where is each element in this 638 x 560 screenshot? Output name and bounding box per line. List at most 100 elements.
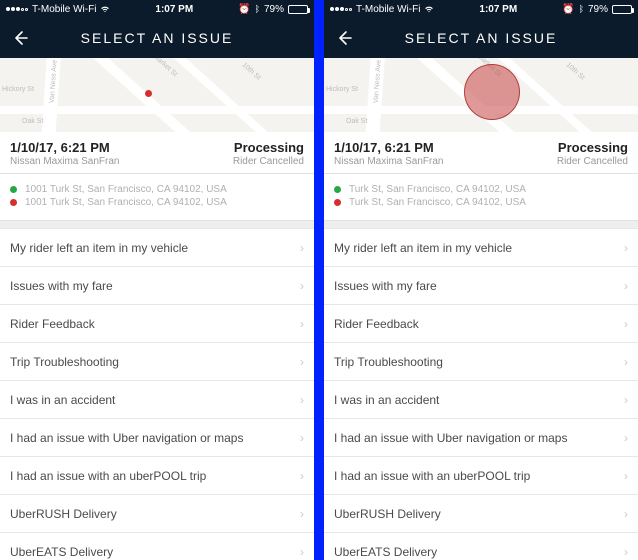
issue-label: Rider Feedback — [334, 317, 419, 331]
trip-locations: 1001 Turk St, San Francisco, CA 94102, U… — [0, 174, 314, 221]
carrier-label: T-Mobile Wi-Fi — [32, 4, 96, 15]
chevron-right-icon: › — [624, 241, 628, 255]
issue-label: UberEATS Delivery — [10, 545, 113, 559]
chevron-right-icon: › — [624, 393, 628, 407]
chevron-right-icon: › — [624, 279, 628, 293]
chevron-right-icon: › — [300, 393, 304, 407]
trip-status: Processing — [558, 140, 628, 155]
street-label: Oak St — [346, 118, 367, 125]
chevron-right-icon: › — [624, 431, 628, 445]
issue-item[interactable]: I had an issue with Uber navigation or m… — [324, 418, 638, 457]
issue-item[interactable]: Issues with my fare › — [0, 266, 314, 305]
issue-item[interactable]: Rider Feedback › — [324, 304, 638, 343]
street-label: 10th St — [241, 61, 262, 81]
issue-label: Issues with my fare — [334, 279, 437, 293]
trip-locations: Turk St, San Francisco, CA 94102, USA Tu… — [324, 174, 638, 221]
chevron-right-icon: › — [624, 317, 628, 331]
status-time: 1:07 PM — [155, 4, 193, 15]
pickup-dot-icon — [334, 186, 341, 193]
trip-status: Processing — [234, 140, 304, 155]
nav-bar: SELECT AN ISSUE — [0, 18, 314, 58]
issue-label: I had an issue with Uber navigation or m… — [334, 431, 567, 445]
wifi-icon — [424, 5, 434, 13]
status-bar: T-Mobile Wi-Fi 1:07 PM ⏰ ᛒ 79% — [324, 0, 638, 18]
issue-item[interactable]: I was in an accident › — [0, 380, 314, 419]
chevron-right-icon: › — [300, 431, 304, 445]
trip-summary: 1/10/17, 6:21 PM Processing Nissan Maxim… — [324, 132, 638, 174]
wifi-icon — [100, 5, 110, 13]
chevron-right-icon: › — [300, 545, 304, 559]
street-label: 10th St — [565, 61, 586, 81]
page-title: SELECT AN ISSUE — [324, 30, 638, 46]
issue-label: I was in an accident — [10, 393, 115, 407]
chevron-right-icon: › — [300, 469, 304, 483]
phone-left: T-Mobile Wi-Fi 1:07 PM ⏰ ᛒ 79% SELECT AN… — [0, 0, 314, 560]
pickup-address: Turk St, San Francisco, CA 94102, USA — [349, 184, 526, 195]
issue-label: I was in an accident — [334, 393, 439, 407]
issue-item[interactable]: I had an issue with an uberPOOL trip › — [0, 456, 314, 495]
issue-list: My rider left an item in my vehicle › Iss… — [324, 221, 638, 560]
battery-pct: 79% — [588, 4, 608, 15]
issue-label: UberRUSH Delivery — [10, 507, 117, 521]
trip-vehicle: Nissan Maxima SanFran — [334, 156, 443, 167]
bluetooth-icon: ᛒ — [255, 4, 260, 14]
page-title: SELECT AN ISSUE — [0, 30, 314, 46]
chevron-right-icon: › — [624, 507, 628, 521]
issue-item[interactable]: UberRUSH Delivery › — [324, 494, 638, 533]
map-area[interactable]: Van Ness Ave Hickory St Oak St Market St… — [324, 58, 638, 132]
street-label: Hickory St — [2, 86, 34, 93]
battery-icon — [612, 5, 632, 14]
map-obfuscated-pin-icon — [464, 64, 520, 120]
issue-item[interactable]: My rider left an item in my vehicle › — [0, 228, 314, 267]
trip-substatus: Rider Cancelled — [557, 156, 628, 167]
issue-item[interactable]: I was in an accident › — [324, 380, 638, 419]
pickup-dot-icon — [10, 186, 17, 193]
chevron-right-icon: › — [624, 545, 628, 559]
issue-item[interactable]: Trip Troubleshooting › — [324, 342, 638, 381]
issue-item[interactable]: I had an issue with Uber navigation or m… — [0, 418, 314, 457]
dropoff-address: Turk St, San Francisco, CA 94102, USA — [349, 197, 526, 208]
signal-dots — [330, 7, 352, 11]
issue-item[interactable]: Trip Troubleshooting › — [0, 342, 314, 381]
chevron-right-icon: › — [300, 241, 304, 255]
map-area[interactable]: Van Ness Ave Hickory St Oak St Market St… — [0, 58, 314, 132]
issue-label: Rider Feedback — [10, 317, 95, 331]
issue-label: Trip Troubleshooting — [10, 355, 119, 369]
chevron-right-icon: › — [624, 355, 628, 369]
issue-label: I had an issue with an uberPOOL trip — [10, 469, 206, 483]
issue-label: UberRUSH Delivery — [334, 507, 441, 521]
dropoff-address: 1001 Turk St, San Francisco, CA 94102, U… — [25, 197, 227, 208]
dropoff-dot-icon — [10, 199, 17, 206]
chevron-right-icon: › — [624, 469, 628, 483]
street-label: Market St — [152, 58, 179, 78]
trip-datetime: 1/10/17, 6:21 PM — [10, 140, 110, 155]
chevron-right-icon: › — [300, 279, 304, 293]
status-time: 1:07 PM — [479, 4, 517, 15]
issue-item[interactable]: UberEATS Delivery › — [0, 532, 314, 560]
bluetooth-icon: ᛒ — [579, 4, 584, 14]
issue-item[interactable]: I had an issue with an uberPOOL trip› — [324, 456, 638, 495]
issue-label: My rider left an item in my vehicle — [334, 241, 512, 255]
issue-label: Issues with my fare — [10, 279, 113, 293]
trip-summary: 1/10/17, 6:21 PM Processing Nissan Maxim… — [0, 132, 314, 174]
nav-bar: SELECT AN ISSUE — [324, 18, 638, 58]
alarm-icon: ⏰ — [562, 4, 574, 15]
issue-label: Trip Troubleshooting — [334, 355, 443, 369]
issue-item[interactable]: Issues with my fare › — [324, 266, 638, 305]
signal-dots — [6, 7, 28, 11]
issue-label: My rider left an item in my vehicle — [10, 241, 188, 255]
street-label: Oak St — [22, 118, 43, 125]
map-pin-icon — [145, 90, 152, 97]
issue-item[interactable]: UberEATS Delivery› — [324, 532, 638, 560]
trip-vehicle: Nissan Maxima SanFran — [10, 156, 119, 167]
issue-item[interactable]: UberRUSH Delivery› — [0, 494, 314, 533]
chevron-right-icon: › — [300, 355, 304, 369]
street-label: Hickory St — [326, 86, 358, 93]
carrier-label: T-Mobile Wi-Fi — [356, 4, 420, 15]
trip-datetime: 1/10/17, 6:21 PM — [334, 140, 434, 155]
battery-icon — [288, 5, 308, 14]
alarm-icon: ⏰ — [238, 4, 250, 15]
issue-item[interactable]: Rider Feedback› — [0, 304, 314, 343]
trip-substatus: Rider Cancelled — [233, 156, 304, 167]
issue-item[interactable]: My rider left an item in my vehicle › — [324, 228, 638, 267]
